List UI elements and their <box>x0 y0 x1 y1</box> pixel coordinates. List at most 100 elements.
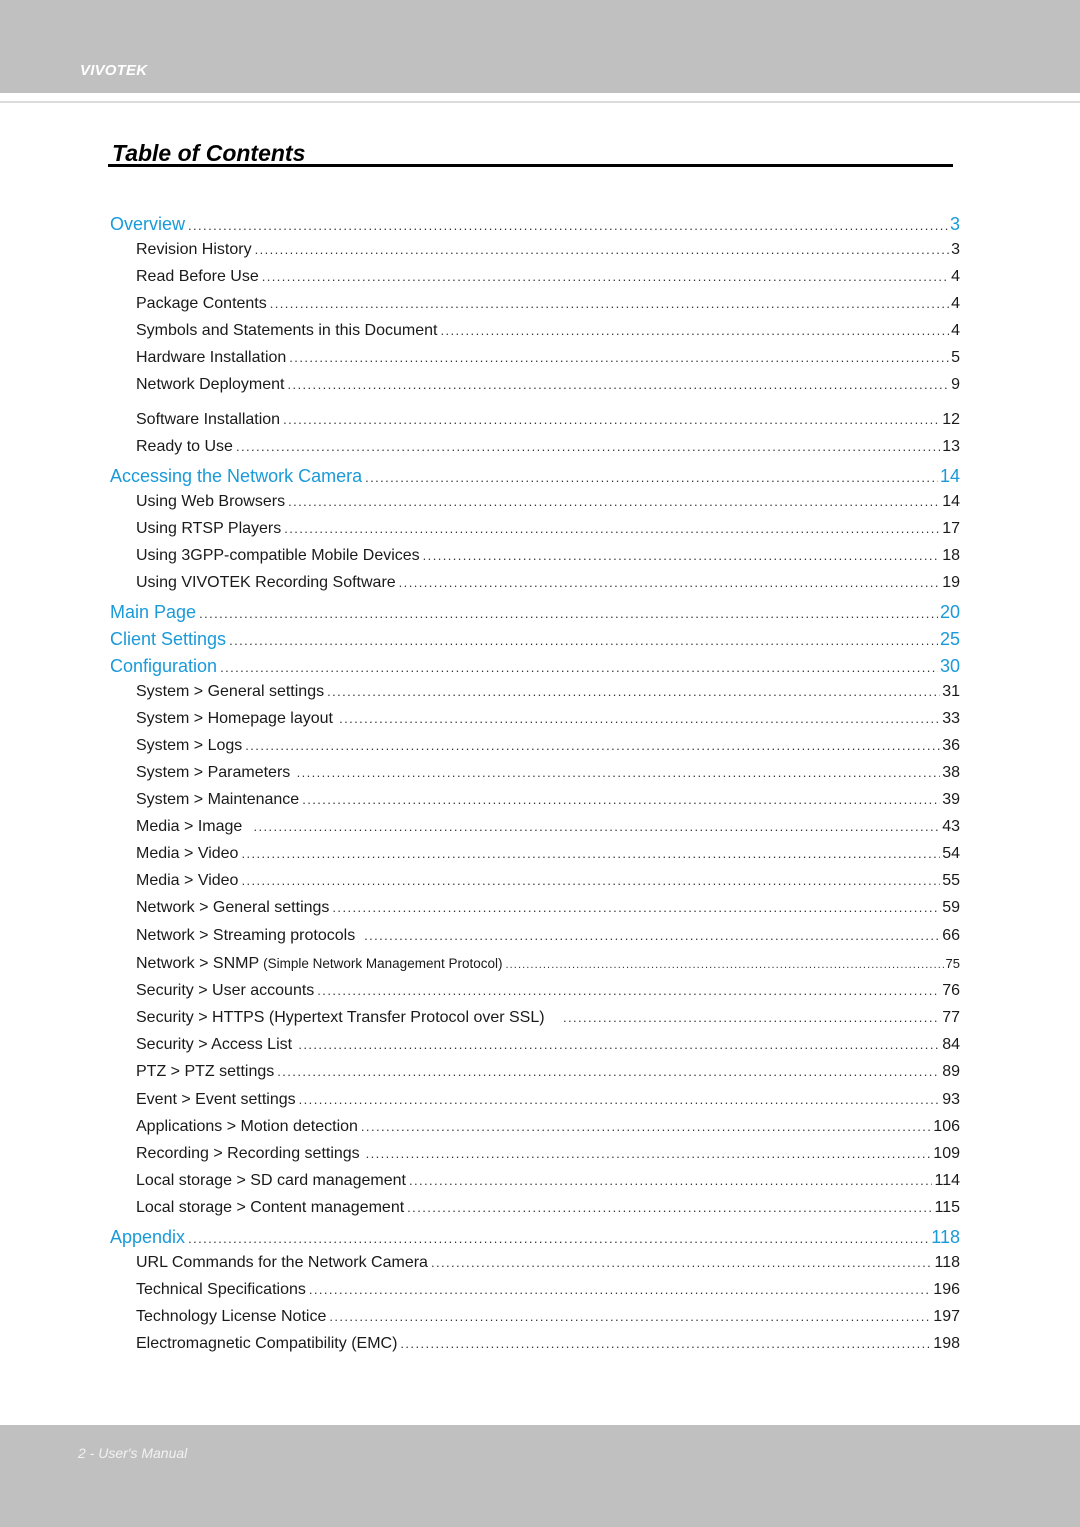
toc-page-number: 3 <box>949 214 960 234</box>
toc-section-entry[interactable]: Overview 3 <box>0 214 960 235</box>
dot-leader <box>440 323 949 338</box>
toc-page-number: 4 <box>951 268 960 285</box>
toc-entry-title: Security > Access List <box>136 1036 293 1053</box>
toc-subsection-entry[interactable]: Security > Access List 84 <box>0 1036 960 1054</box>
toc-subsection-entry[interactable]: Symbols and Statements in this Document 4 <box>0 322 960 340</box>
toc-page-number: 4 <box>951 322 960 339</box>
dot-leader <box>297 765 941 780</box>
toc-subsection-entry[interactable]: System > Parameters 38 <box>0 764 960 782</box>
toc-subsection-entry[interactable]: Ready to Use 13 <box>0 438 960 456</box>
toc-page-number: 66 <box>942 927 960 944</box>
toc-page-number: 118 <box>934 1254 960 1271</box>
dot-leader <box>241 846 940 861</box>
brand-logo: VIVOTEK <box>80 62 148 79</box>
toc-entry-title: Overview <box>110 214 186 234</box>
dot-leader <box>361 1119 931 1134</box>
toc-subsection-entry[interactable]: Package Contents 4 <box>0 295 960 313</box>
toc-entry-title: Network > General settings <box>136 899 330 916</box>
toc-subsection-entry[interactable]: Network Deployment 9 <box>0 376 960 394</box>
dot-leader <box>327 684 940 699</box>
toc-subsection-entry[interactable]: Local storage > SD card management 114 <box>0 1172 960 1190</box>
toc-section-entry[interactable]: Client Settings 25 <box>0 629 960 650</box>
toc-subsection-entry[interactable]: Recording > Recording settings 109 <box>0 1145 960 1163</box>
toc-section-entry[interactable]: Appendix 118 <box>0 1227 960 1248</box>
toc-entry-title: Using 3GPP-compatible Mobile Devices <box>136 547 420 564</box>
toc-subsection-entry[interactable]: Technical Specifications 196 <box>0 1281 960 1299</box>
toc-page-number: 89 <box>942 1063 960 1080</box>
toc-entry-title: Hardware Installation <box>136 349 287 366</box>
toc-subsection-entry[interactable]: Revision History 3 <box>0 241 960 259</box>
toc-subsection-entry[interactable]: System > Maintenance 39 <box>0 791 960 809</box>
toc-subsection-entry[interactable]: Media > Image 43 <box>0 818 960 836</box>
dot-leader <box>407 1200 932 1215</box>
dot-leader <box>339 711 940 726</box>
dot-leader <box>302 792 940 807</box>
toc-entry-title: Symbols and Statements in this Document <box>136 322 438 339</box>
toc-entry-title: Media > Video <box>136 845 239 862</box>
dot-leader <box>284 521 940 536</box>
dot-leader <box>317 983 940 998</box>
toc-entry-title: Using RTSP Players <box>136 520 282 537</box>
toc-page-number: 115 <box>934 1199 960 1216</box>
toc-subsection-entry[interactable]: Using 3GPP-compatible Mobile Devices 18 <box>0 547 960 565</box>
toc-subsection-entry[interactable]: Electromagnetic Compatibility (EMC) 198 <box>0 1335 960 1353</box>
toc-section-entry[interactable]: Accessing the Network Camera 14 <box>0 466 960 487</box>
toc-subsection-entry[interactable]: Network > General settings 59 <box>0 899 960 917</box>
toc-page-number: 14 <box>942 493 960 510</box>
dot-leader <box>423 548 941 563</box>
dot-leader <box>220 660 938 675</box>
toc-subsection-entry[interactable]: PTZ > PTZ settings 89 <box>0 1063 960 1081</box>
toc-entry-title: System > Maintenance <box>136 791 300 808</box>
toc-subsection-entry[interactable]: System > Homepage layout 33 <box>0 710 960 728</box>
toc-subsection-entry[interactable]: Security > HTTPS (Hypertext Transfer Pro… <box>0 1009 960 1027</box>
toc-page-number: 17 <box>942 520 960 537</box>
dot-leader <box>332 900 940 915</box>
toc-subsection-entry[interactable]: Media > Video 55 <box>0 872 960 890</box>
toc-subsection-entry[interactable]: Network > Streaming protocols 66 <box>0 927 960 945</box>
toc-entry-title: Local storage > SD card management <box>136 1172 406 1189</box>
toc-subsection-entry[interactable]: System > Logs 36 <box>0 737 960 755</box>
dot-leader <box>505 959 943 971</box>
dot-leader <box>236 439 940 454</box>
toc-subsection-entry[interactable]: Applications > Motion detection 106 <box>0 1118 960 1136</box>
dot-leader <box>563 1010 940 1025</box>
toc-entry-title: Using Web Browsers <box>136 493 286 510</box>
toc-page-number: 118 <box>931 1227 960 1247</box>
toc-subsection-entry[interactable]: Hardware Installation 5 <box>0 349 960 367</box>
toc-subsection-entry[interactable]: Technology License Notice 197 <box>0 1308 960 1326</box>
toc-entry-title: Recording > Recording settings <box>136 1145 360 1162</box>
dot-leader <box>309 1282 931 1297</box>
toc-page-number: 33 <box>942 710 960 727</box>
toc-entry-title: Event > Event settings <box>136 1091 296 1108</box>
toc-subsection-entry[interactable]: Event > Event settings 93 <box>0 1091 960 1109</box>
toc-subsection-entry[interactable]: Using Web Browsers 14 <box>0 493 960 511</box>
toc-subsection-entry[interactable]: Using VIVOTEK Recording Software 19 <box>0 574 960 592</box>
dot-leader <box>188 1231 929 1246</box>
toc-entry-title: Electromagnetic Compatibility (EMC) <box>136 1335 398 1352</box>
toc-subsection-entry[interactable]: Security > User accounts 76 <box>0 982 960 1000</box>
toc-subsection-entry[interactable]: System > General settings 31 <box>0 683 960 701</box>
toc-page-number: 54 <box>942 845 960 862</box>
toc-section-entry[interactable]: Configuration 30 <box>0 656 960 677</box>
toc-subsection-entry[interactable]: Software Installation 12 <box>0 411 960 429</box>
dot-leader <box>245 738 940 753</box>
toc-subsection-entry[interactable]: Media > Video 54 <box>0 845 960 863</box>
header-divider <box>0 101 1080 103</box>
dot-leader <box>299 1092 941 1107</box>
dot-leader <box>298 1037 940 1052</box>
toc-section-entry[interactable]: Main Page 20 <box>0 602 960 623</box>
toc-entry-title: System > Parameters <box>136 764 291 781</box>
header-band <box>0 0 1080 93</box>
dot-leader <box>289 350 949 365</box>
toc-subsection-entry[interactable]: Read Before Use 4 <box>0 268 960 286</box>
dot-leader <box>365 470 938 485</box>
toc-entry-title: Accessing the Network Camera <box>110 466 363 486</box>
toc-page-number: 106 <box>933 1118 960 1135</box>
dot-leader <box>253 819 940 834</box>
toc-entry-title: Ready to Use <box>136 438 233 455</box>
toc-page-number: 114 <box>934 1172 960 1189</box>
toc-subsection-entry[interactable]: Network > SNMP (Simple Network Management… <box>0 955 960 973</box>
toc-subsection-entry[interactable]: Using RTSP Players 17 <box>0 520 960 538</box>
toc-subsection-entry[interactable]: URL Commands for the Network Camera 118 <box>0 1254 960 1272</box>
toc-subsection-entry[interactable]: Local storage > Content management 115 <box>0 1199 960 1217</box>
